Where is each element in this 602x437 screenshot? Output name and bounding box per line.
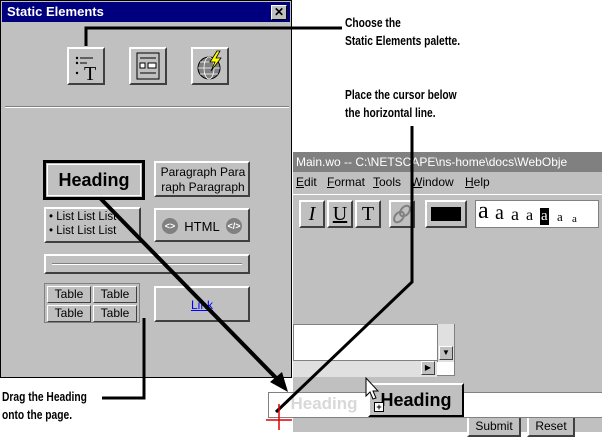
callout-drag-heading-line-2: onto the page. bbox=[2, 408, 73, 422]
callout-drag-heading-line-1: Drag the Heading bbox=[2, 390, 87, 404]
callout-choose-palette-line-2: Static Elements palette. bbox=[345, 34, 461, 48]
callout-drag-heading: Drag the Heading onto the page. bbox=[2, 388, 87, 424]
callout-place-cursor: Place the cursor below the horizontal li… bbox=[345, 86, 457, 122]
callout-choose-palette-line-1: Choose the bbox=[345, 16, 401, 30]
callout-lines-overlay bbox=[84, 26, 414, 430]
callout-choose-palette: Choose the Static Elements palette. bbox=[345, 14, 460, 50]
callout-place-cursor-line-2: the horizontal line. bbox=[345, 106, 436, 120]
callout-place-cursor-line-1: Place the cursor below bbox=[345, 88, 457, 102]
